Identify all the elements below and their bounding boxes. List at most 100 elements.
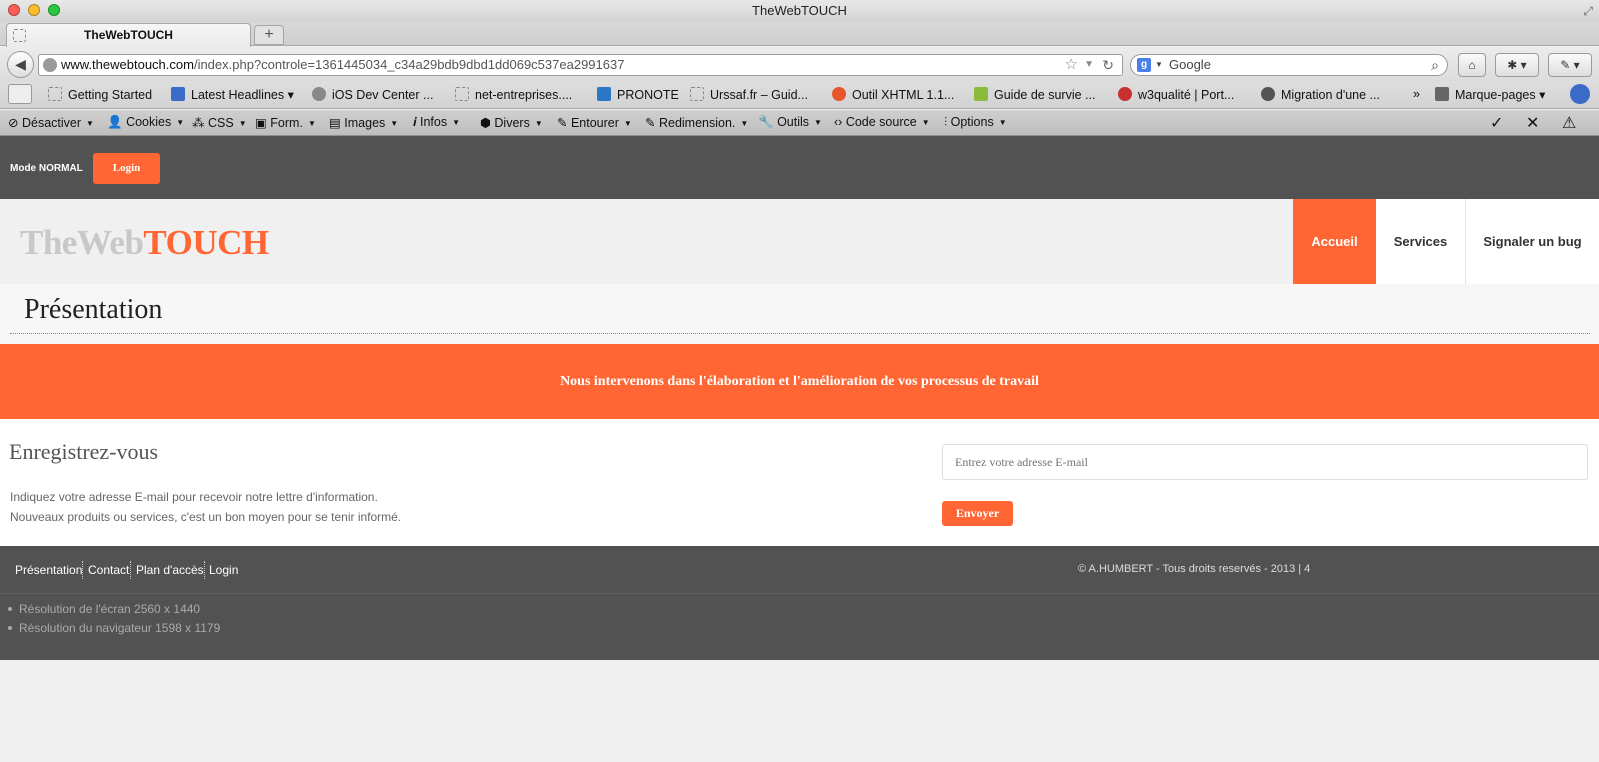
globe-icon <box>43 58 57 72</box>
newsletter-text-2: Nouveaux produits ou services, c'est un … <box>10 510 402 524</box>
footer-divider <box>204 561 205 579</box>
user-icon: 👤 <box>107 115 123 129</box>
bookmark-item[interactable]: Latest Headlines ▾ <box>171 87 294 102</box>
login-button[interactable]: Login <box>93 153 160 184</box>
wrench-icon: 🔧 <box>758 115 774 129</box>
fullscreen-icon[interactable]: ⤢ <box>1583 0 1593 22</box>
address-bar[interactable]: www.thewebtouch.com/index.php?controle=1… <box>38 54 1123 76</box>
addon-button[interactable]: ✱ ▾ <box>1495 53 1539 77</box>
page-title-area: Présentation <box>0 284 1599 344</box>
site-header: TheWebTOUCH Accueil Services Signaler un… <box>0 199 1599 284</box>
back-button[interactable]: ◀ <box>7 51 34 78</box>
site-topbar: Mode NORMAL Login <box>0 136 1599 199</box>
blank-page-icon <box>455 87 469 101</box>
bookmarks-menu[interactable]: Marque-pages ▾ <box>1435 87 1545 102</box>
copyright-text: © A.HUMBERT - Tous droits reservés - 201… <box>1078 563 1311 575</box>
devtool-disable[interactable]: ⊘ Désactiver ▼ <box>8 115 94 130</box>
tab-active[interactable]: TheWebTOUCH <box>6 23 251 47</box>
close-window-button[interactable] <box>8 4 20 16</box>
bookmark-item[interactable]: Migration d'une ... <box>1261 87 1380 102</box>
bookmark-item[interactable]: PRONOTE <box>597 87 679 102</box>
url-host: www.thewebtouch.com <box>61 57 194 72</box>
page-title: Présentation <box>24 294 163 325</box>
minimize-window-button[interactable] <box>28 4 40 16</box>
web-developer-toolbar: ⊘ Désactiver ▼ 👤 Cookies ▼ ⁂ CSS ▼ ▣ Form. ▼… <box>0 110 1599 136</box>
extension-icon[interactable] <box>1570 84 1590 104</box>
promo-banner: Nous intervenons dans l'élaboration et l… <box>0 344 1599 419</box>
guide-icon <box>974 87 988 101</box>
devtool-css[interactable]: ⁂ CSS ▼ <box>192 115 247 130</box>
footer-link-login[interactable]: Login <box>209 563 238 577</box>
xhtml-tool-icon <box>832 87 846 101</box>
devtool-source[interactable]: ‹› Code source ▼ <box>834 115 930 129</box>
send-button[interactable]: Envoyer <box>942 501 1013 526</box>
bookmark-item[interactable]: Guide de survie ... <box>974 87 1095 102</box>
apple-icon <box>312 87 326 101</box>
email-field[interactable] <box>942 444 1588 480</box>
page-favicon-icon <box>13 29 26 42</box>
search-box[interactable]: g ▼ Google ⌕ <box>1130 54 1448 76</box>
nav-report-bug[interactable]: Signaler un bug <box>1466 199 1599 284</box>
sliders-icon: ⫶ <box>944 115 948 129</box>
search-placeholder: Google <box>1169 57 1211 72</box>
block-icon: ⊘ <box>8 116 19 130</box>
mode-label: Mode NORMAL <box>10 163 83 174</box>
footer-divider <box>130 561 131 579</box>
close-icon[interactable]: ✕ <box>1526 113 1539 133</box>
dropper-icon: ✎ ▾ <box>1560 58 1580 72</box>
footer-link-map[interactable]: Plan d'accès <box>136 563 204 577</box>
bookmark-item[interactable]: Urssaf.fr – Guid... <box>690 87 808 102</box>
blank-page-icon <box>48 87 62 101</box>
bookmarks-toolbar: Getting Started Latest Headlines ▾ iOS D… <box>0 81 1599 109</box>
blank-page-icon <box>690 87 704 101</box>
devtool-resize[interactable]: ✎ Redimension. ▼ <box>645 115 748 130</box>
window-title: TheWebTOUCH <box>752 3 847 18</box>
reload-icon[interactable]: ↻ <box>1102 55 1114 75</box>
bookmark-item[interactable]: Outil XHTML 1.1... <box>832 87 954 102</box>
devtool-cookies[interactable]: 👤 Cookies ▼ <box>107 115 184 130</box>
check-icon[interactable]: ✓ <box>1490 113 1503 133</box>
show-all-bookmarks-icon[interactable] <box>8 84 32 104</box>
box-icon: ⬢ <box>480 116 491 130</box>
tab-label: TheWebTOUCH <box>84 28 173 42</box>
tab-bar: TheWebTOUCH + <box>0 22 1599 47</box>
browser-resolution: Résolution du navigateur 1598 x 1179 <box>8 621 220 635</box>
nav-home[interactable]: Accueil <box>1293 199 1376 284</box>
url-dropdown-icon[interactable]: ▼ <box>1084 55 1094 75</box>
devtool-options[interactable]: ⫶ Options ▼ <box>944 115 1007 130</box>
pencil-icon: ✎ <box>557 116 568 130</box>
home-button[interactable]: ⌂ <box>1458 53 1486 77</box>
star-bookmark-icon[interactable]: ☆ <box>1065 55 1078 75</box>
devtool-images[interactable]: ▤ Images ▼ <box>329 115 398 130</box>
devtool-outline[interactable]: ✎ Entourer ▼ <box>557 115 632 130</box>
search-icon[interactable]: ⌕ <box>1431 55 1439 75</box>
newsletter-section: Enregistrez-vous Indiquez votre adresse … <box>0 419 1599 546</box>
addon-icon: ✱ ▾ <box>1507 58 1527 72</box>
more-bookmarks-icon[interactable]: » <box>1413 87 1420 101</box>
bookmark-item[interactable]: net-entreprises.... <box>455 87 572 102</box>
bullet-icon <box>8 607 12 611</box>
devtool-info[interactable]: 𝒊 Infos ▼ <box>413 115 460 130</box>
zoom-window-button[interactable] <box>48 4 60 16</box>
tools-button[interactable]: ✎ ▾ <box>1548 53 1592 77</box>
site-footer: Présentation Contact Plan d'accès Login … <box>0 546 1599 660</box>
footer-link-contact[interactable]: Contact <box>88 563 129 577</box>
site-logo[interactable]: TheWebTOUCH <box>20 223 269 263</box>
devtool-misc[interactable]: ⬢ Divers ▼ <box>480 115 543 130</box>
bookmark-item[interactable]: iOS Dev Center ... <box>312 87 433 102</box>
bookmark-item[interactable]: w3qualité | Port... <box>1118 87 1234 102</box>
devtool-tools[interactable]: 🔧 Outils ▼ <box>758 115 822 130</box>
bullet-icon <box>8 626 12 630</box>
footer-link-presentation[interactable]: Présentation <box>15 563 82 577</box>
footer-divider <box>82 561 83 579</box>
nav-services[interactable]: Services <box>1376 199 1466 284</box>
newsletter-text-1: Indiquez votre adresse E-mail pour recev… <box>10 490 378 504</box>
google-engine-icon[interactable]: g <box>1137 58 1151 72</box>
engine-dropdown-icon[interactable]: ▼ <box>1155 55 1163 75</box>
devtool-forms[interactable]: ▣ Form. ▼ <box>255 115 316 130</box>
bookmark-item[interactable]: Getting Started <box>48 87 152 102</box>
clipboard-icon: ▣ <box>255 116 267 130</box>
w3qualite-icon <box>1118 87 1132 101</box>
new-tab-button[interactable]: + <box>254 25 284 45</box>
warning-icon[interactable]: ⚠ <box>1562 113 1576 133</box>
